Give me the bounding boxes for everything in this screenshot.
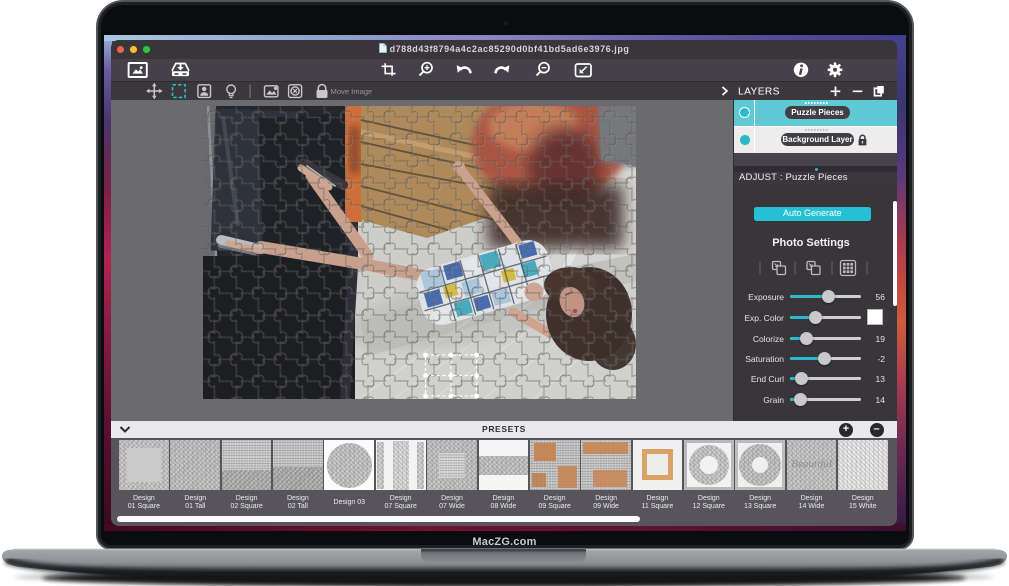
svg-text:Move Image: Move Image — [331, 87, 373, 96]
svg-text:LAYERS: LAYERS — [738, 86, 780, 97]
